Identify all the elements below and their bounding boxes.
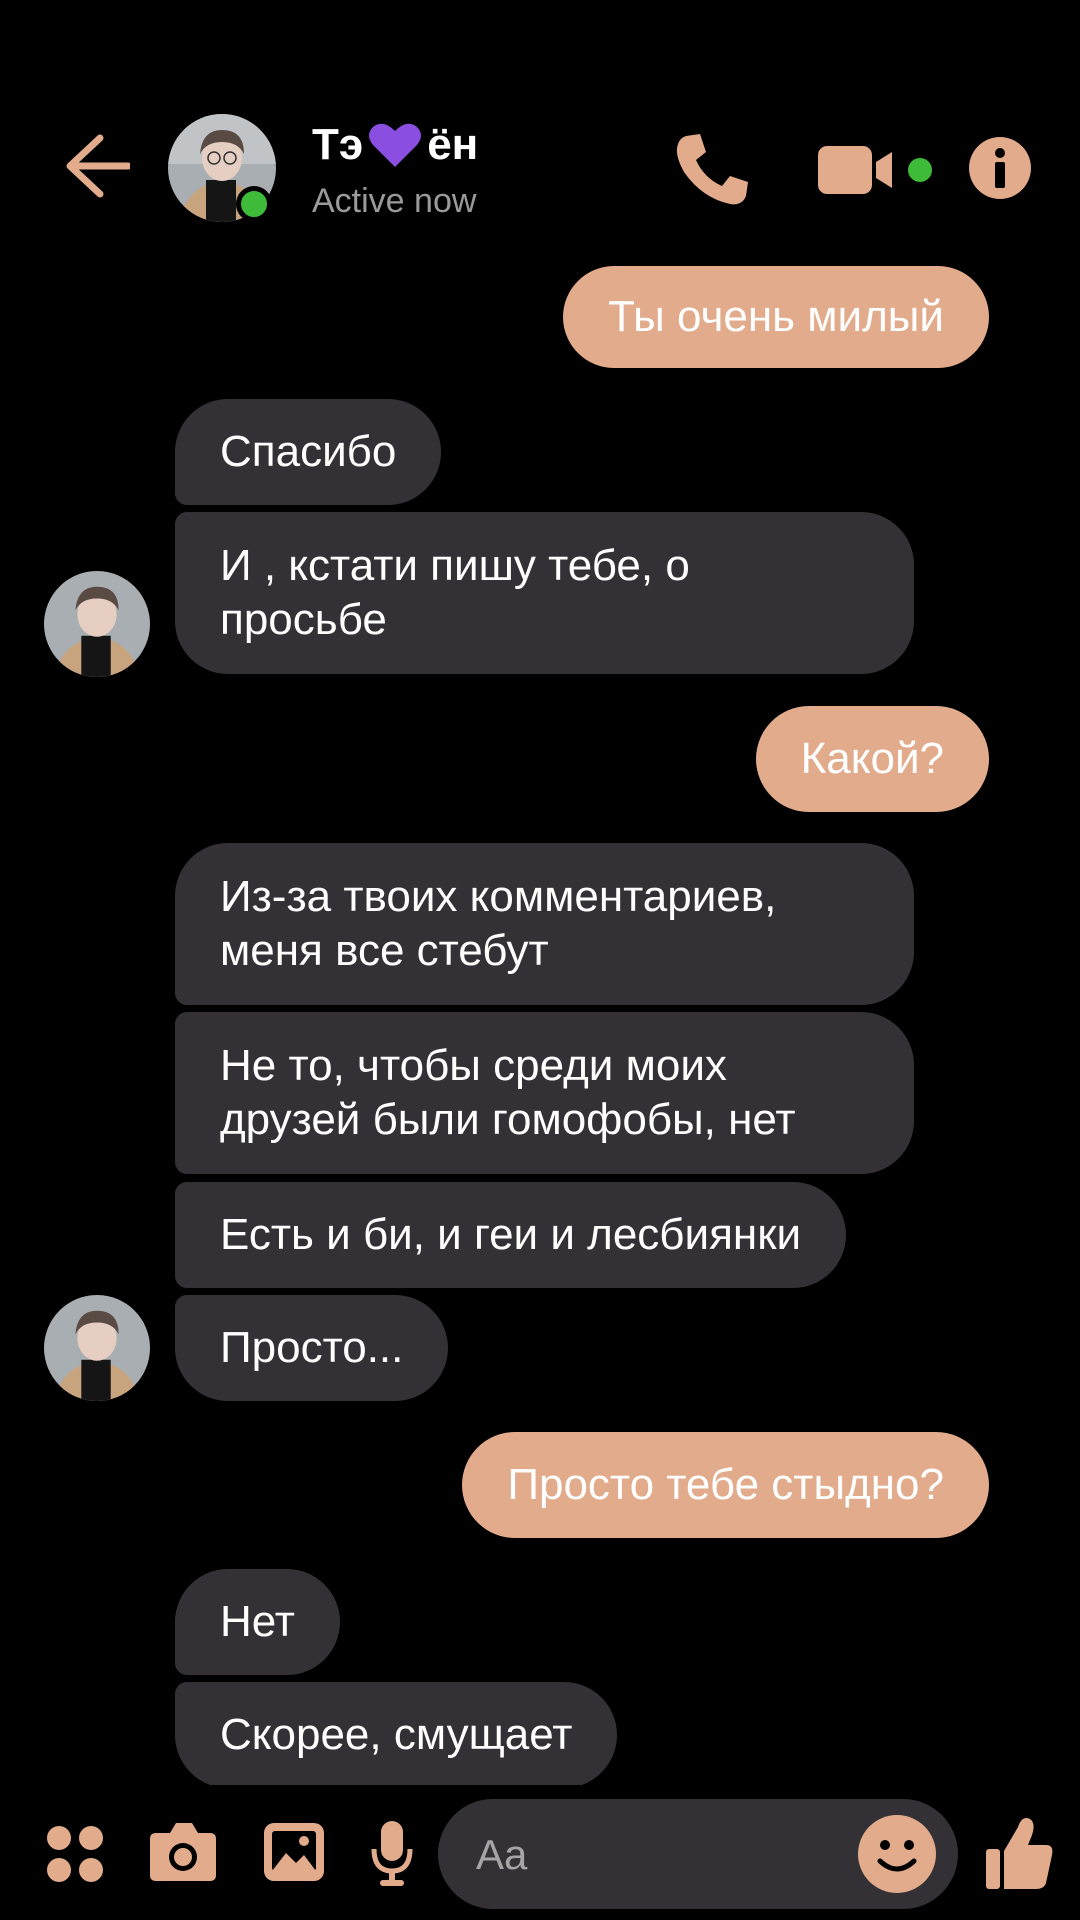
message-text: Скорее, смущает	[220, 1710, 573, 1759]
message-text: Есть и би, и геи и лесбиянки	[220, 1210, 802, 1259]
incoming-message[interactable]: Скорее, смущает	[175, 1682, 618, 1785]
message-composer	[0, 1785, 1080, 1920]
apps-grid-icon[interactable]	[46, 1825, 104, 1883]
purple-heart-icon	[369, 123, 422, 167]
incoming-message[interactable]: Есть и би, и геи и лесбиянки	[175, 1182, 847, 1288]
incoming-message[interactable]: И , кстати пишу тебе, о просьбе	[175, 512, 914, 674]
contact-avatar-small[interactable]	[44, 1295, 150, 1401]
incoming-message[interactable]: Спасибо	[175, 399, 442, 505]
info-icon[interactable]	[968, 136, 1032, 200]
message-text-line-2: просьбе	[220, 595, 387, 644]
message-text: И , кстати пишу тебе, о	[220, 541, 690, 590]
message-text: Просто...	[220, 1323, 404, 1372]
message-list[interactable]: Ты очень милый Спасибо И , кстати пишу т…	[0, 260, 1080, 1785]
message-text-line-2: друзей были гомофобы, нет	[220, 1095, 796, 1144]
message-input-container[interactable]	[438, 1799, 958, 1911]
outgoing-message[interactable]: Просто тебе стыдно?	[462, 1432, 989, 1538]
incoming-message[interactable]: Не то, чтобы среди моих друзей были гомо…	[175, 1012, 914, 1174]
chat-header: Тэ ён Active now	[0, 0, 1080, 260]
incoming-message[interactable]: Просто...	[175, 1295, 449, 1401]
microphone-icon[interactable]	[370, 1819, 414, 1887]
camera-icon[interactable]	[148, 1821, 218, 1883]
message-text: Какой?	[800, 734, 944, 783]
contact-avatar-small[interactable]	[44, 571, 150, 677]
message-input[interactable]	[474, 1799, 858, 1911]
back-arrow-icon[interactable]	[58, 130, 130, 202]
outgoing-message[interactable]: Ты очень милый	[563, 266, 989, 368]
message-text: Не то, чтобы среди моих	[220, 1041, 727, 1090]
emoji-icon[interactable]	[856, 1813, 938, 1895]
thumbs-up-icon[interactable]	[984, 1813, 1054, 1891]
outgoing-message[interactable]: Какой?	[755, 706, 989, 812]
message-text: Спасибо	[220, 427, 397, 476]
message-text: Из-за твоих комментариев,	[220, 872, 777, 921]
contact-status: Active now	[312, 182, 477, 220]
message-text: Просто тебе стыдно?	[507, 1460, 944, 1509]
gallery-icon[interactable]	[262, 1821, 326, 1883]
contact-name[interactable]: Тэ ён	[312, 120, 478, 170]
message-text: Нет	[220, 1597, 295, 1646]
contact-name-suffix: ён	[427, 120, 479, 169]
message-text-line-2: меня все стебут	[220, 926, 549, 975]
video-camera-icon[interactable]	[816, 140, 936, 200]
contact-name-prefix: Тэ	[312, 120, 364, 169]
incoming-message[interactable]: Нет	[175, 1569, 340, 1675]
incoming-message[interactable]: Из-за твоих комментариев, меня все стебу…	[175, 843, 914, 1005]
phone-icon[interactable]	[672, 130, 752, 210]
message-text: Ты очень милый	[608, 292, 944, 341]
online-indicator	[236, 186, 272, 222]
